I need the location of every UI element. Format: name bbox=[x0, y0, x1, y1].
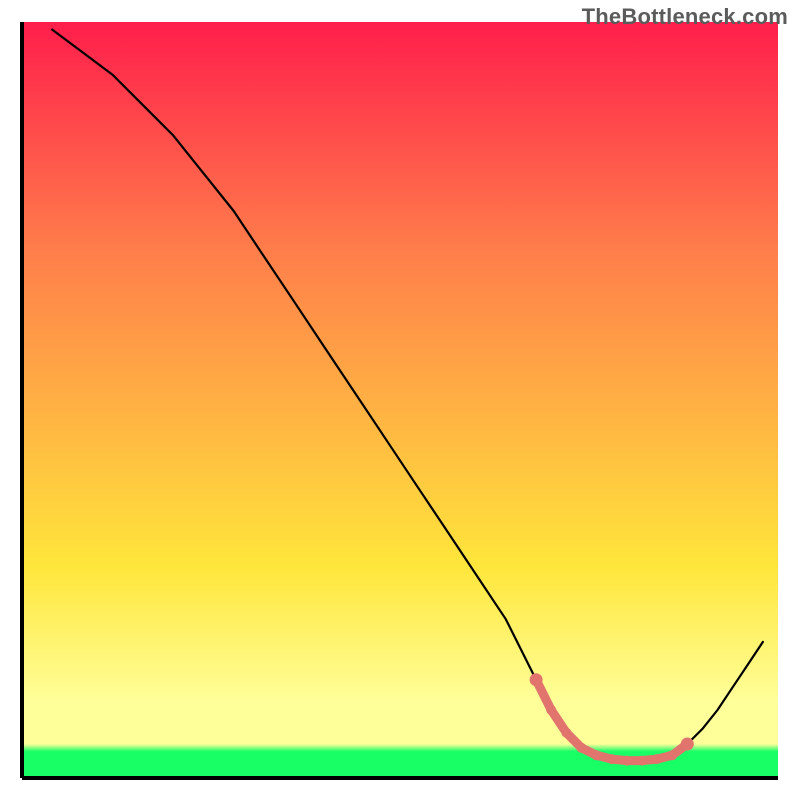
chart-stage: TheBottleneck.com bbox=[0, 0, 800, 800]
watermark-text: TheBottleneck.com bbox=[582, 4, 788, 30]
plot-background bbox=[22, 22, 778, 778]
bottleneck-chart bbox=[0, 0, 800, 800]
